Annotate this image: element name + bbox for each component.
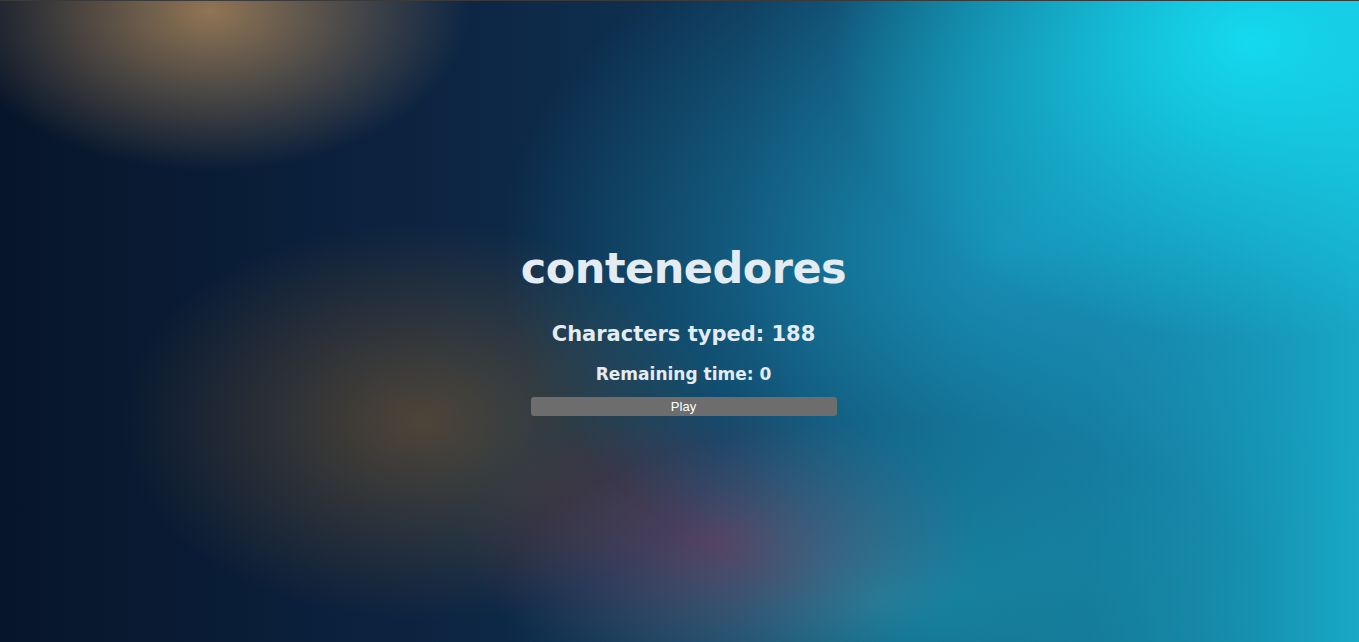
target-word: contenedores: [521, 241, 846, 295]
characters-typed: Characters typed: 188: [552, 321, 816, 348]
game-screen: contenedores Characters typed: 188 Remaini…: [0, 0, 1359, 642]
remaining-time: Remaining time: 0: [596, 363, 772, 385]
play-button[interactable]: Play: [531, 397, 837, 416]
